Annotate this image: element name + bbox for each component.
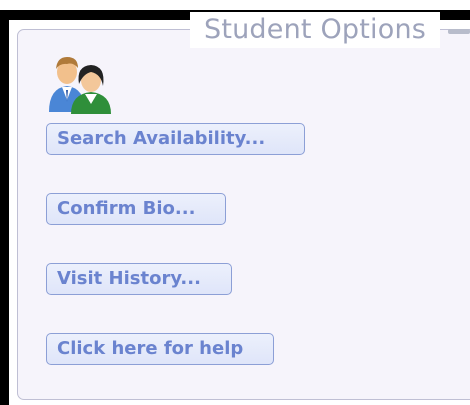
help-button[interactable]: Click here for help [46,333,274,365]
panel-title: Student Options [190,12,441,48]
search-availability-button[interactable]: Search Availability... [46,123,305,155]
people-icon [49,57,111,114]
panel-title-tail-decoration [448,29,470,34]
visit-history-button[interactable]: Visit History... [46,263,232,295]
person-front-icon [71,65,111,114]
confirm-bio-button[interactable]: Confirm Bio... [46,193,226,225]
